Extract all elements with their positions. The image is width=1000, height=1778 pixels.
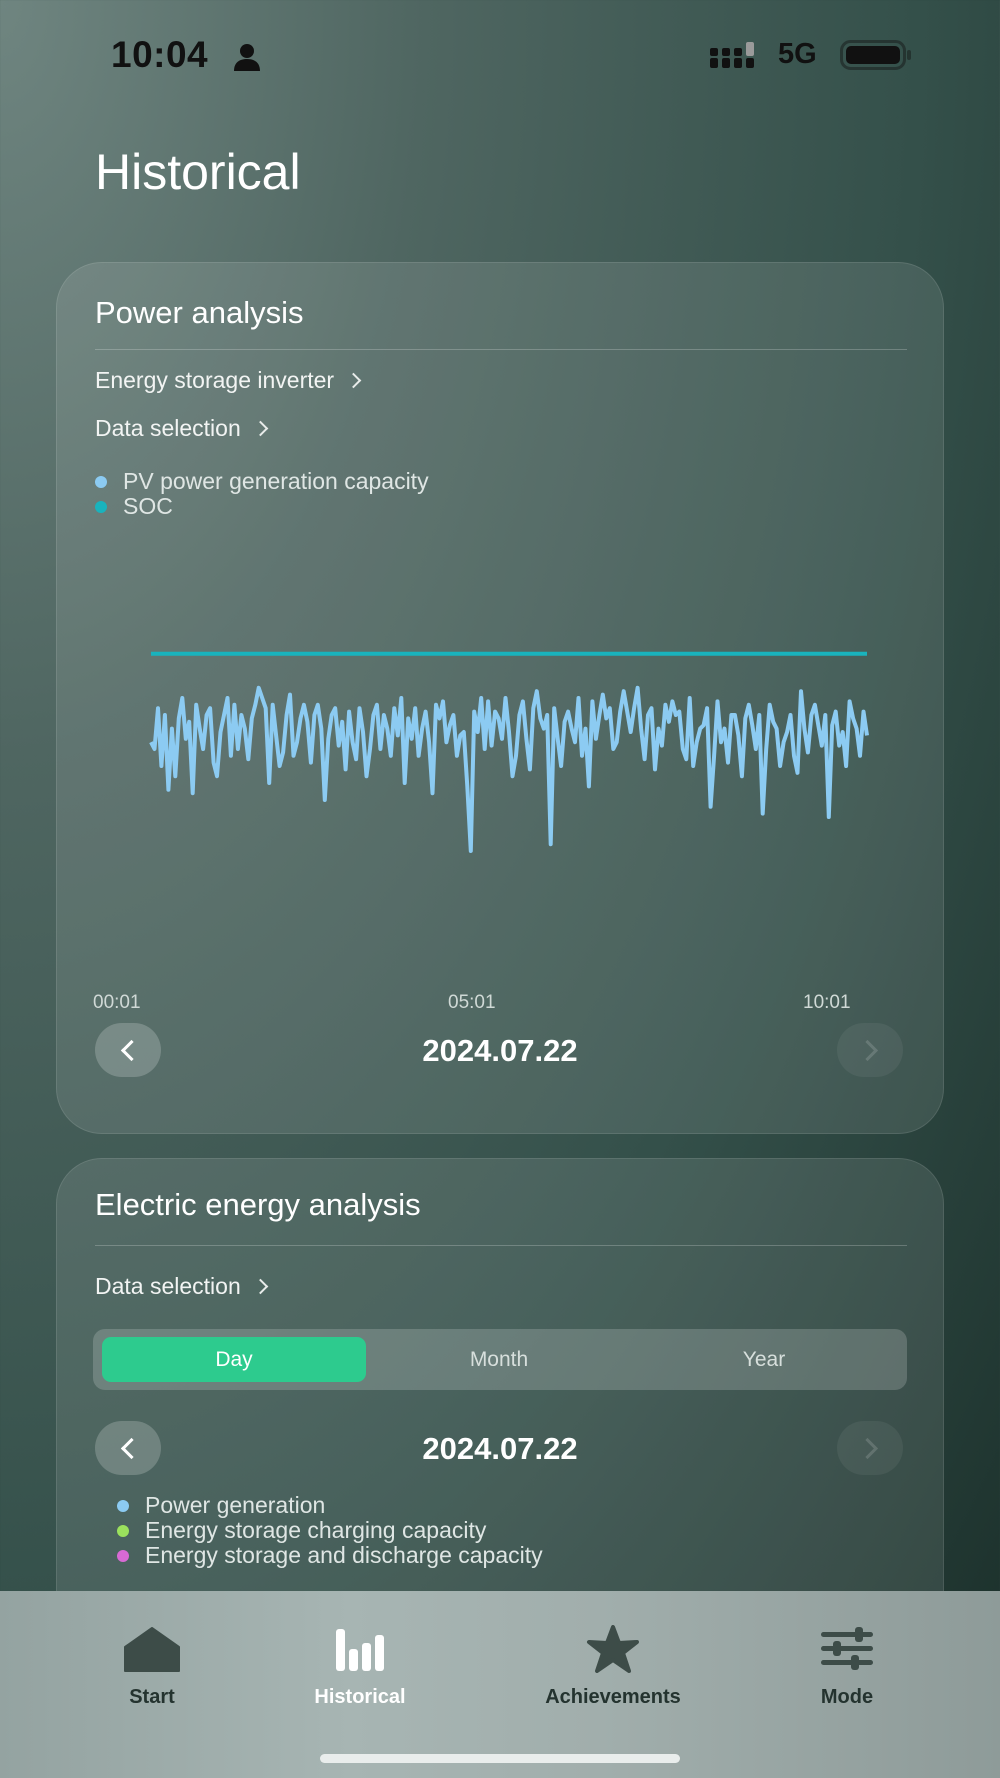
date-label: 2024.07.22 <box>422 1033 578 1068</box>
chevron-right-icon <box>252 420 269 437</box>
bar-chart-icon <box>336 1629 384 1671</box>
tab-label: Historical <box>314 1686 406 1708</box>
legend-dot <box>117 1524 129 1537</box>
status-bar: 10:04 5G <box>0 0 1000 110</box>
sliders-icon <box>821 1627 873 1670</box>
x-tick-label: 10:01 <box>803 992 851 1013</box>
battery-icon <box>840 40 911 70</box>
divider <box>95 349 907 350</box>
x-tick-label: 05:01 <box>448 992 496 1013</box>
legend-dot <box>117 1499 129 1512</box>
legend-label: Energy storage charging capacity <box>145 1517 487 1543</box>
home-icon <box>124 1627 180 1672</box>
star-icon <box>587 1625 639 1673</box>
bottom-tab-bar: Start Historical Achievements Mode <box>0 1591 1000 1778</box>
series-line-pv-power-generation-capacity <box>149 685 869 853</box>
tab-mode[interactable]: Mode <box>787 1591 907 1741</box>
date-label: 2024.07.22 <box>422 1431 578 1466</box>
device-selector-label: Energy storage inverter <box>95 367 335 393</box>
data-selection-label: Data selection <box>95 1273 241 1299</box>
legend-label: Energy storage and discharge capacity <box>145 1542 543 1568</box>
chevron-right-icon <box>856 1039 878 1061</box>
next-day-button[interactable] <box>837 1023 903 1077</box>
tab-label: Mode <box>820 1686 874 1708</box>
chevron-right-icon <box>252 1278 269 1295</box>
tab-day[interactable]: Day <box>102 1337 366 1382</box>
card-title: Electric energy analysis <box>95 1187 421 1222</box>
page-title: Historical <box>95 144 301 200</box>
tab-historical[interactable]: Historical <box>290 1591 430 1741</box>
power-analysis-card: Power analysis Energy storage inverter D… <box>56 262 944 1134</box>
legend-dot <box>117 1549 129 1562</box>
chart-legend: PV power generation capacity SOC <box>95 468 429 519</box>
chevron-right-icon <box>856 1437 878 1459</box>
network-label: 5G <box>778 38 817 70</box>
legend-item: SOC <box>95 493 429 519</box>
legend-dot <box>95 475 107 488</box>
legend-item: Power generation <box>117 1492 543 1518</box>
tab-start[interactable]: Start <box>92 1591 212 1741</box>
tab-month[interactable]: Month <box>367 1337 631 1382</box>
device-selector[interactable]: Energy storage inverter <box>95 367 362 394</box>
chevron-right-icon <box>345 372 362 389</box>
legend-label: Power generation <box>145 1492 326 1518</box>
signal-icon <box>710 42 754 68</box>
legend-item: Energy storage and discharge capacity <box>117 1542 543 1568</box>
divider <box>95 1245 907 1246</box>
tab-achievements[interactable]: Achievements <box>520 1591 706 1741</box>
legend-label: PV power generation capacity <box>123 468 429 494</box>
data-selection-link[interactable]: Data selection <box>95 1273 269 1300</box>
person-icon <box>234 44 260 71</box>
legend-item: Energy storage charging capacity <box>117 1517 543 1543</box>
legend-label: SOC <box>123 493 173 519</box>
tab-label: Achievements <box>545 1686 681 1708</box>
next-day-button[interactable] <box>837 1421 903 1475</box>
home-indicator <box>320 1754 680 1763</box>
status-time: 10:04 <box>111 34 209 75</box>
x-tick-label: 00:01 <box>93 992 141 1013</box>
data-selection-label: Data selection <box>95 415 241 441</box>
legend-dot <box>95 500 107 513</box>
power-line-chart[interactable] <box>93 603 913 963</box>
period-segmented-control: Day Month Year <box>93 1329 907 1390</box>
data-selection-link[interactable]: Data selection <box>95 415 269 442</box>
chart-legend: Power generation Energy storage charging… <box>117 1492 543 1568</box>
card-title: Power analysis <box>95 295 304 330</box>
tab-year[interactable]: Year <box>632 1337 896 1382</box>
legend-item: PV power generation capacity <box>95 468 429 494</box>
tab-label: Start <box>129 1686 175 1708</box>
